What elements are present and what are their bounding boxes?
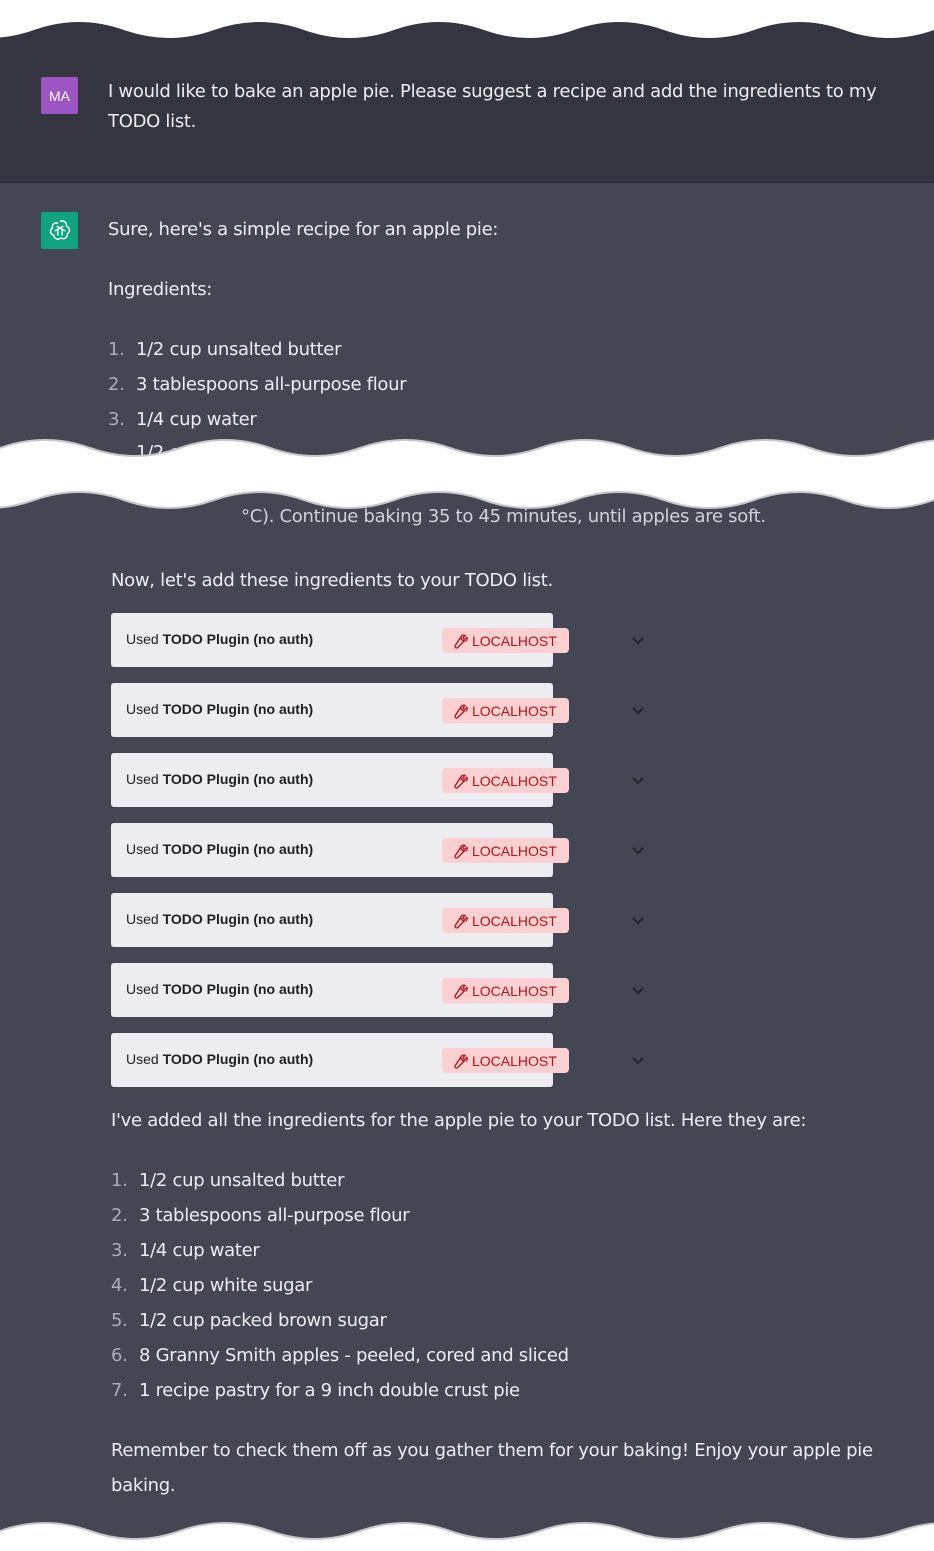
list-item: 2. 3 tablespoons all-purpose flour	[108, 374, 407, 395]
list-item: 7. 1 recipe pastry for a 9 inch double cr…	[111, 1380, 520, 1401]
plugin-name: TODO Plugin (no auth)	[162, 631, 314, 647]
wrench-icon	[454, 1054, 468, 1069]
ingredients-list-bottom: 1. 1/2 cup unsalted butter 2. 3 tablespoon…	[111, 1163, 569, 1408]
localhost-badge: LOCALHOST	[442, 978, 569, 1003]
plugin-call-5[interactable]: Used TODO Plugin (no auth) LOCALHOST	[111, 893, 644, 947]
added-ingredients-line: I've added all the ingredients for the a…	[111, 1110, 807, 1131]
ingredients-heading: Ingredients:	[108, 279, 213, 300]
localhost-badge: LOCALHOST	[442, 768, 569, 793]
list-item: 2. 3 tablespoons all-purpose flour	[111, 1205, 410, 1226]
cut-baking-line: °C). Continue baking 35 to 45 minutes, u…	[241, 506, 766, 527]
plugin-call-6[interactable]: Used TODO Plugin (no auth) LOCALHOST	[111, 963, 644, 1017]
localhost-badge: LOCALHOST	[442, 1048, 569, 1073]
torn-edge-top	[0, 0, 934, 38]
wrench-icon	[454, 914, 468, 929]
closing-line-1: Remember to check them off as you gather…	[111, 1440, 873, 1461]
plugin-call-4[interactable]: Used TODO Plugin (no auth) LOCALHOST	[111, 823, 644, 877]
chevron-down-icon[interactable]	[630, 842, 646, 858]
plugin-call-2[interactable]: Used TODO Plugin (no auth) LOCALHOST	[111, 683, 644, 737]
openai-logo-icon	[41, 212, 78, 249]
closing-line-2: baking.	[111, 1475, 176, 1496]
assistant-intro: Sure, here's a simple recipe for an appl…	[108, 219, 499, 240]
list-item: 3. 1/4 cup water	[111, 1240, 260, 1261]
chevron-down-icon[interactable]	[630, 982, 646, 998]
chevron-down-icon[interactable]	[630, 702, 646, 718]
localhost-badge: LOCALHOST	[442, 698, 569, 723]
plugin-name: TODO Plugin (no auth)	[162, 701, 314, 717]
list-item: 6. 8 Granny Smith apples - peeled, cored …	[111, 1345, 569, 1366]
wrench-icon	[454, 704, 468, 719]
user-message-line-2: TODO list.	[108, 111, 197, 132]
localhost-badge: LOCALHOST	[442, 628, 569, 653]
list-item: 5. 1/2 cup packed brown sugar	[111, 1310, 387, 1331]
list-item: 4. 1/2 cup white sugar	[111, 1275, 313, 1296]
chevron-down-icon[interactable]	[630, 1052, 646, 1068]
plugin-name: TODO Plugin (no auth)	[162, 771, 314, 787]
wrench-icon	[454, 844, 468, 859]
plugin-name: TODO Plugin (no auth)	[162, 911, 314, 927]
localhost-badge: LOCALHOST	[442, 838, 569, 863]
chevron-down-icon[interactable]	[630, 772, 646, 788]
plugin-name: TODO Plugin (no auth)	[162, 981, 314, 997]
plugin-name: TODO Plugin (no auth)	[162, 1051, 314, 1067]
plugin-call-1[interactable]: Used TODO Plugin (no auth) LOCALHOST	[111, 613, 644, 667]
wrench-icon	[454, 634, 468, 649]
list-item: 1. 1/2 cup unsalted butter	[111, 1170, 345, 1191]
chevron-down-icon[interactable]	[630, 912, 646, 928]
wrench-icon	[454, 774, 468, 789]
wrench-icon	[454, 984, 468, 999]
user-message-line-1: I would like to bake an apple pie. Pleas…	[108, 81, 877, 102]
chevron-down-icon[interactable]	[630, 632, 646, 648]
torn-edge-bottom	[0, 1522, 934, 1551]
plugin-name: TODO Plugin (no auth)	[162, 841, 314, 857]
plugin-call-3[interactable]: Used TODO Plugin (no auth) LOCALHOST	[111, 753, 644, 807]
user-avatar: MA	[41, 77, 78, 114]
localhost-badge: LOCALHOST	[442, 908, 569, 933]
add-ingredients-line: Now, let's add these ingredients to your…	[111, 570, 553, 591]
list-item: 1. 1/2 cup unsalted butter	[108, 339, 342, 360]
plugin-call-7[interactable]: Used TODO Plugin (no auth) LOCALHOST	[111, 1033, 644, 1087]
